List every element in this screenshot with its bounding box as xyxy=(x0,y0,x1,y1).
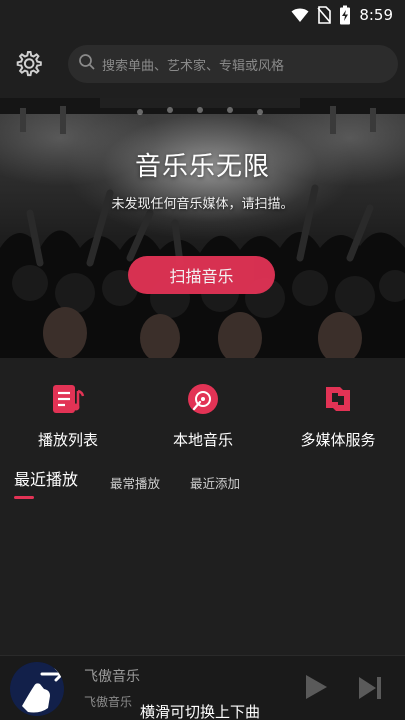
settings-gear-icon[interactable] xyxy=(12,48,44,80)
swipe-hint: 横滑可切换上下曲 xyxy=(140,703,261,720)
play-icon[interactable] xyxy=(300,672,330,702)
playlist-icon xyxy=(51,382,85,416)
search-bar[interactable]: 搜索单曲、艺术家、专辑或风格 xyxy=(68,45,398,83)
battery-charging-icon xyxy=(339,5,351,25)
search-placeholder: 搜索单曲、艺术家、专辑或风格 xyxy=(102,58,285,74)
banner-title: 音乐乐无限 xyxy=(134,152,270,182)
wifi-icon xyxy=(291,7,309,23)
media-service-icon xyxy=(321,382,355,416)
album-art[interactable] xyxy=(10,662,64,716)
banner-subtitle: 未发现任何音乐媒体，请扫描。 xyxy=(111,197,294,212)
local-music-disc-icon xyxy=(186,382,220,416)
playlist-label: 播放列表 xyxy=(37,431,98,449)
scan-music-button[interactable]: 扫描音乐 xyxy=(128,256,275,294)
track-title: 飞傲音乐 xyxy=(84,669,140,685)
track-artist: 飞傲音乐 xyxy=(84,695,133,709)
tab-most-played[interactable]: 最常播放 xyxy=(110,473,160,492)
recent-tabs: 最近播放 最常播放 最近添加 xyxy=(0,468,405,502)
concert-crowd-image xyxy=(0,98,405,358)
local-music-label: 本地音乐 xyxy=(172,431,233,449)
playlist-button[interactable]: 播放列表 xyxy=(8,380,128,460)
quick-actions: 播放列表 本地音乐 多媒体服务 xyxy=(0,380,405,460)
tab-indicator xyxy=(14,496,34,499)
tab-recently-added[interactable]: 最近添加 xyxy=(190,473,240,492)
media-service-label: 多媒体服务 xyxy=(300,431,376,449)
status-bar: 8:59 xyxy=(0,0,405,30)
header: 搜索单曲、艺术家、专辑或风格 xyxy=(0,40,405,90)
next-track-icon[interactable] xyxy=(356,674,384,702)
status-time: 8:59 xyxy=(359,6,393,24)
media-service-button[interactable]: 多媒体服务 xyxy=(278,380,398,460)
local-music-button[interactable]: 本地音乐 xyxy=(143,380,263,460)
no-sim-icon xyxy=(317,6,332,24)
tab-recently-played[interactable]: 最近播放 xyxy=(14,466,78,490)
mini-player[interactable]: 飞傲音乐 飞傲音乐 横滑可切换上下曲 xyxy=(0,655,405,720)
search-icon xyxy=(78,53,96,75)
concert-banner: 音乐乐无限 未发现任何音乐媒体，请扫描。 扫描音乐 xyxy=(0,98,405,358)
